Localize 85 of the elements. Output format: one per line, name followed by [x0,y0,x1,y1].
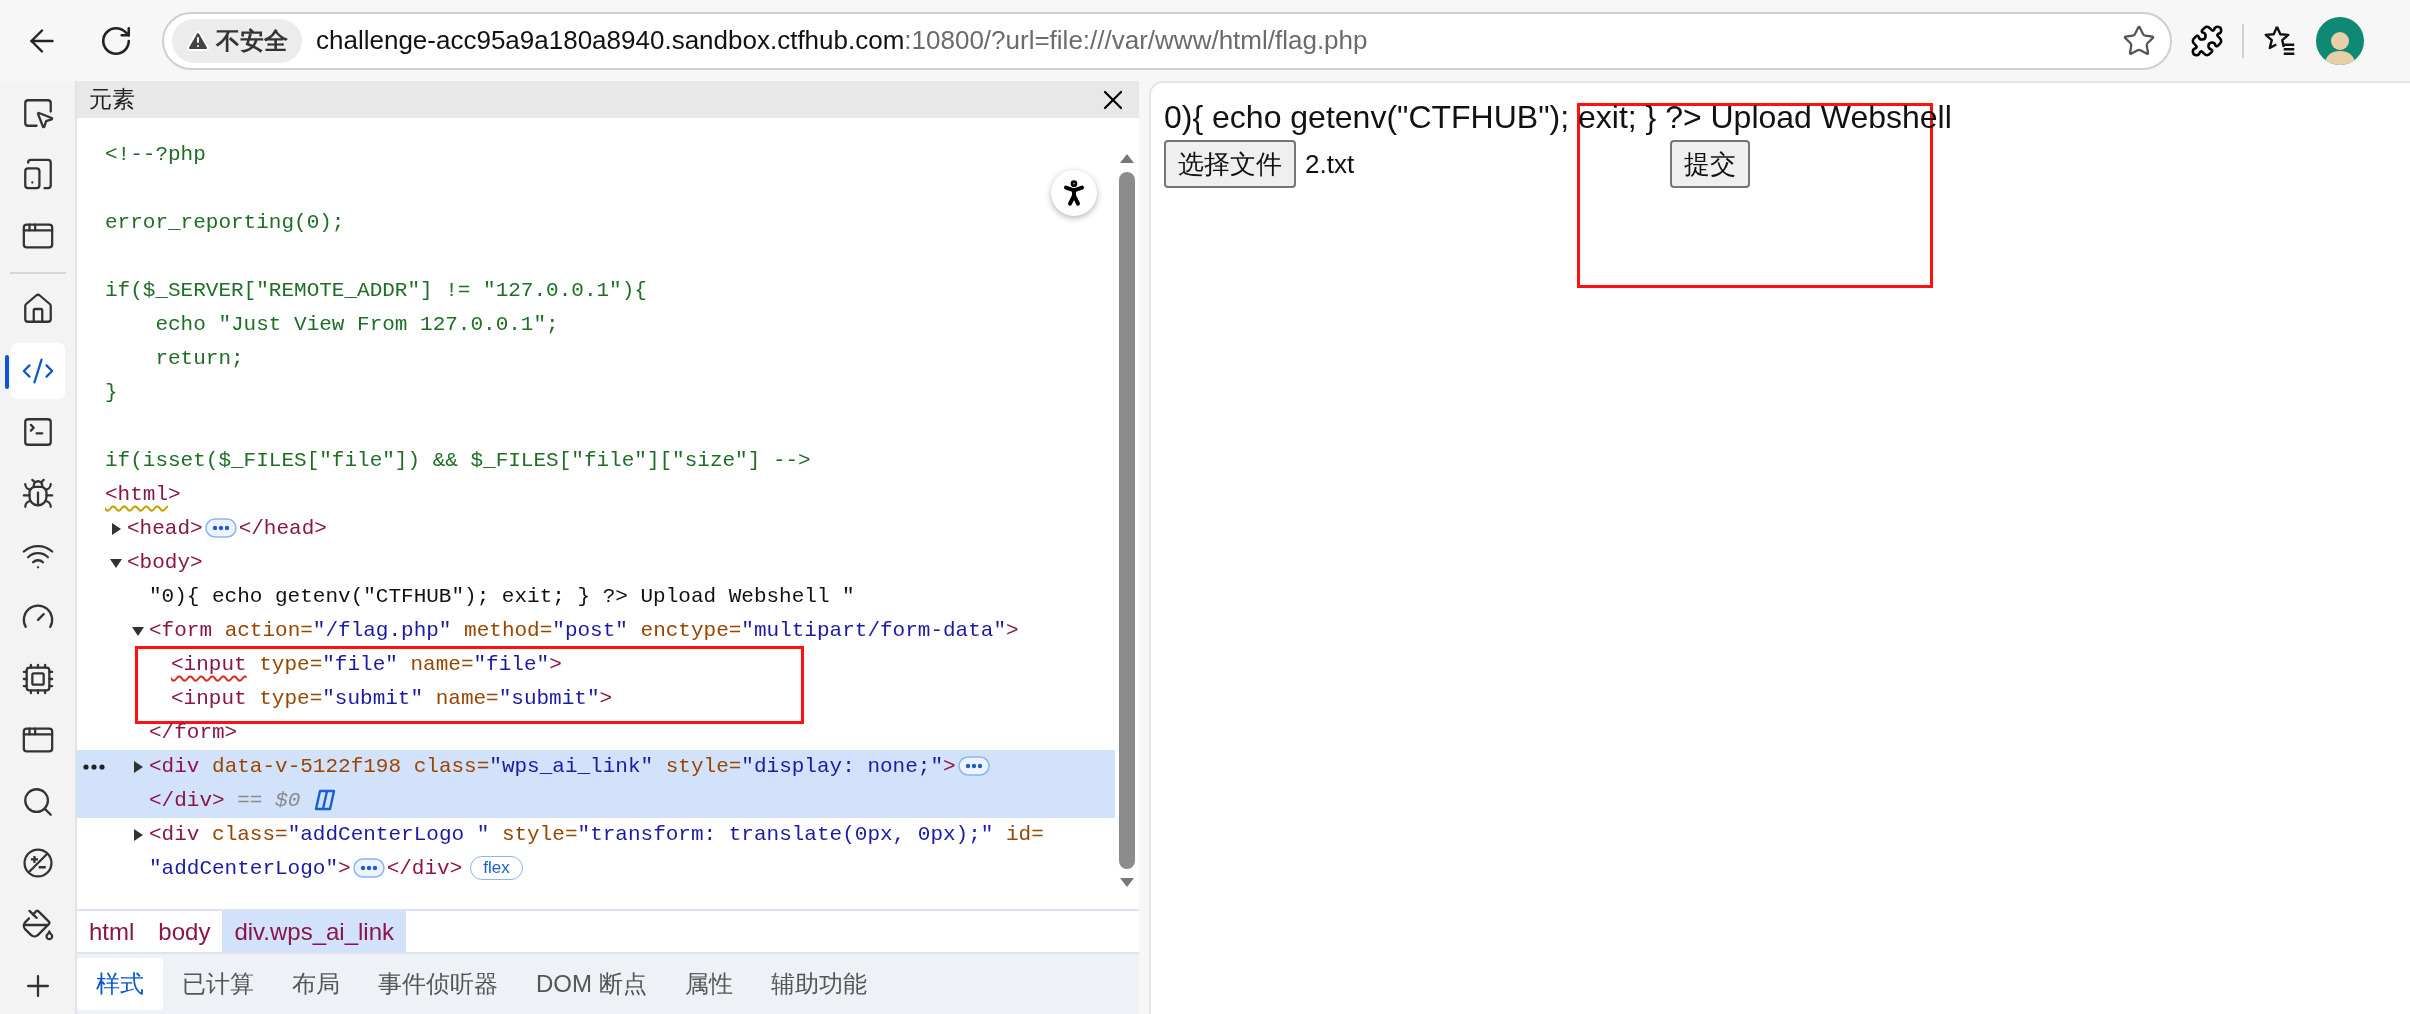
attribute-value: "post" [552,618,628,644]
panel-tab[interactable]: 已计算 [163,958,273,1010]
tag-name: </form> [149,721,238,744]
tag-name: <html [105,483,168,506]
security-indicator[interactable]: 不安全 [172,18,302,63]
collapsed-content-button[interactable] [957,756,990,777]
collapsed-content-button[interactable] [352,858,385,879]
attribute-name: style= [665,755,742,778]
collapse-triangle-icon[interactable] [131,624,145,638]
expand-triangle-icon[interactable] [131,828,145,842]
file-name: 2.txt [1305,148,1355,180]
attribute-name: name= [435,687,499,710]
plus-minus-circle-icon [20,846,55,881]
extensions-icon[interactable] [2190,23,2224,58]
attribute-value: "multipart/form-data" [741,618,1006,644]
tag-name: <input [171,653,247,676]
attribute-value: "wps_ai_link" [489,754,654,780]
tag-name: <form [149,619,212,642]
attribute-value: "transform: translate(0px, 0px);" [577,822,994,848]
panel-tab[interactable]: 事件侦听器 [359,958,517,1010]
tag-bracket: > [168,483,181,506]
tag-bracket: > [599,687,613,710]
expand-triangle-icon[interactable] [109,522,123,536]
warning-icon [186,28,210,53]
attribute-value: "file" [473,652,550,678]
panel-title: 元素 [89,85,135,114]
url-text: challenge-acc95a9a180a8940.sandbox.ctfhub.com:10800/?url=file:///var/www/html/flag.php [316,25,1369,56]
dom-text: "0){ echo getenv("CTFHUB"); exit; } ?> Upload Webshell " [149,584,856,610]
attribute-value: "submit" [322,686,424,712]
attribute-name: class= [212,823,288,846]
tag-name: <div [149,823,200,846]
attribute-name: data-v-5122f198 [212,755,402,778]
submit-button[interactable]: 提交 [1670,140,1750,188]
attribute-name: enctype= [640,619,742,642]
selected-node-marker: == $0 [237,789,301,812]
attribute-value: "/flag.php" [312,618,452,644]
attribute-value: "display: none;" [741,754,943,780]
collapse-triangle-icon[interactable] [109,556,123,570]
expand-triangle-icon[interactable] [131,760,145,774]
tag-name: </head> [238,517,327,540]
attribute-value: "submit" [498,686,600,712]
tag-name: </div> [149,789,225,812]
choose-file-button[interactable]: 选择文件 [1164,140,1296,188]
collapsed-content-button[interactable] [204,518,237,539]
attribute-value: "addCenterLogo " [287,822,490,848]
tag-bracket: > [338,857,351,880]
breadcrumb-item[interactable]: div.wps_ai_link [222,911,407,952]
scroll-up-icon[interactable] [1119,152,1135,164]
panel-tab[interactable]: DOM 断点 [517,958,666,1010]
attribute-name: name= [410,653,474,676]
star-icon[interactable] [2122,23,2156,58]
more-icon[interactable] [83,764,105,770]
panel-tab[interactable]: 布局 [273,958,359,1010]
bug-icon [20,476,55,511]
tag-bracket: > [190,551,203,574]
tag-bracket: > [549,653,562,676]
tag-bracket: > [1006,619,1019,642]
scroll-down-icon[interactable] [1119,877,1135,889]
attribute-name: style= [501,823,578,846]
attribute-name: method= [464,619,553,642]
attribute-name: action= [224,619,313,642]
breadcrumb-item[interactable]: body [146,911,223,952]
tag-bracket: > [190,517,203,540]
address-bar[interactable]: 不安全 challenge-acc95a9a180a8940.sandbox.ctfhub.com:10800/?url=file:///var/www/html/flag.php [162,11,2172,70]
attribute-value: "addCenterLogo" [149,856,339,882]
tag-name: </div> [386,857,463,880]
panel-tab[interactable]: 属性 [665,958,752,1010]
chip-icon [20,661,55,696]
attribute-name: class= [413,755,490,778]
panel-tab[interactable]: 样式 [77,958,163,1010]
tag-bracket: > [943,755,956,778]
tag-name: <body [127,551,190,574]
tag-name: <div [149,755,200,778]
attribute-name: type= [259,653,323,676]
profile-avatar[interactable] [2316,16,2364,65]
php-comment: <!--?php error_reporting(0); if($_SERVER["REMOTE_ADDR"] != "127.0.0.1"){ echo "Just View From 127.0.0.1"; return; } if(isset($_FILES["file"]) && $_FILES["file"]["size"] --> [105,142,811,474]
attribute-name: id= [1006,823,1044,846]
tag-name: <head [127,517,190,540]
panel-tab[interactable]: 辅助功能 [751,958,886,1010]
breadcrumb-item[interactable]: html [77,911,147,952]
accessibility-button[interactable] [1051,170,1097,216]
attribute-name: type= [259,687,323,710]
attribute-value: "file" [322,652,398,678]
paint-bucket-icon [20,907,55,942]
tag-name: <input [171,687,247,710]
